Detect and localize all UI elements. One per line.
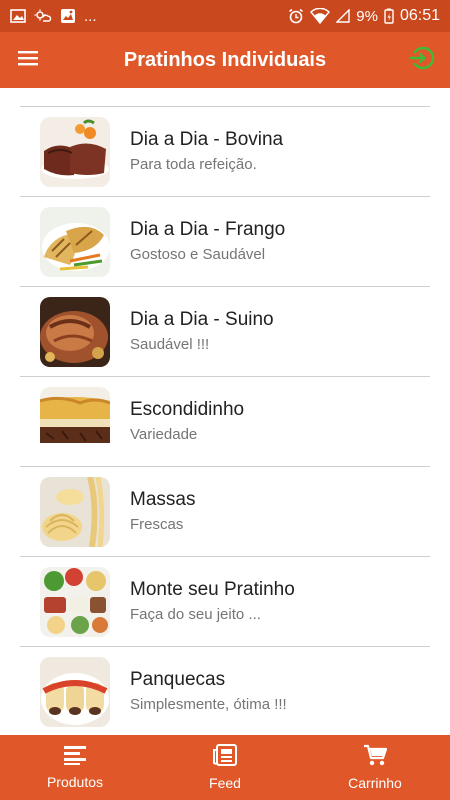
list-item-bovina[interactable]: Dia a Dia - Bovina Para toda refeição. xyxy=(20,107,430,197)
item-title: Massas xyxy=(130,488,196,510)
newspaper-icon xyxy=(213,744,237,771)
item-subtitle: Gostoso e Saudável xyxy=(130,245,266,263)
beef-dish-image xyxy=(40,116,110,187)
nav-label: Feed xyxy=(209,775,241,791)
item-subtitle: Frescas xyxy=(130,515,184,533)
list-item-monte[interactable]: Monte seu Pratinho Faça do seu jeito ... xyxy=(20,557,430,647)
product-list: Dia a Dia - Bovina Para toda refeição. D… xyxy=(20,107,430,735)
status-bar: ... 9% 06:51 xyxy=(0,0,450,32)
item-title: Dia a Dia - Suino xyxy=(130,308,274,330)
page-title: Pratinhos Individuais xyxy=(123,48,327,71)
nav-feed[interactable]: Feed xyxy=(150,735,300,800)
image-icon xyxy=(10,9,26,23)
menu-icon xyxy=(18,50,38,71)
platter-dish-image xyxy=(40,566,110,637)
weather-icon xyxy=(34,9,52,23)
wifi-icon xyxy=(310,8,331,24)
alarm-icon xyxy=(288,8,304,24)
list-item-massas[interactable]: Massas Frescas xyxy=(20,467,430,557)
item-title: Dia a Dia - Frango xyxy=(130,218,286,240)
nav-carrinho[interactable]: Carrinho xyxy=(300,735,450,800)
cart-icon xyxy=(363,744,388,771)
item-texts: Massas Frescas xyxy=(130,488,195,536)
pork-dish-image xyxy=(40,296,110,367)
list-item-suino[interactable]: Dia a Dia - Suino Saudável !!! xyxy=(20,287,430,377)
status-dots: ... xyxy=(84,7,97,25)
item-title: Escondidinho xyxy=(130,398,245,420)
item-title: Panquecas xyxy=(130,668,226,690)
list-item-escondidinho[interactable]: Escondidinho Variedade xyxy=(20,377,430,467)
item-subtitle: Faça do seu jeito ... xyxy=(130,605,261,623)
list-icon xyxy=(64,745,86,770)
item-texts: Panquecas Simplesmente, ótima !!! xyxy=(130,668,287,716)
escondidinho-dish-image xyxy=(40,386,110,457)
login-icon xyxy=(408,44,436,77)
bottom-nav: Produtos Feed Carrinho xyxy=(0,735,450,800)
signal-icon xyxy=(336,9,350,23)
status-time: 06:51 xyxy=(399,7,440,24)
gallery-icon xyxy=(60,8,76,24)
nav-label: Produtos xyxy=(46,774,104,790)
item-title: Monte seu Pratinho xyxy=(130,578,295,600)
item-texts: Monte seu Pratinho Faça do seu jeito ... xyxy=(130,578,295,626)
list-item-panquecas[interactable]: Panquecas Simplesmente, ótima !!! xyxy=(20,647,430,735)
product-list-container[interactable]: Dia a Dia - Bovina Para toda refeição. D… xyxy=(0,88,450,735)
login-button[interactable] xyxy=(394,32,450,88)
nav-produtos[interactable]: Produtos xyxy=(0,735,150,800)
menu-button[interactable] xyxy=(0,32,56,88)
item-texts: Dia a Dia - Bovina Para toda refeição. xyxy=(130,128,283,176)
battery-icon xyxy=(384,8,394,24)
status-right: 9% 06:51 xyxy=(288,7,440,25)
item-subtitle: Simplesmente, ótima !!! xyxy=(130,695,287,713)
item-subtitle: Saudável !!! xyxy=(130,335,210,353)
item-texts: Escondidinho Variedade xyxy=(130,398,244,446)
pasta-dish-image xyxy=(40,476,110,547)
item-subtitle: Variedade xyxy=(130,425,198,443)
pancake-dish-image xyxy=(40,656,110,727)
nav-label: Carrinho xyxy=(348,775,402,791)
battery-percent: 9% xyxy=(356,7,378,25)
chicken-dish-image xyxy=(40,206,110,277)
app-bar: Pratinhos Individuais xyxy=(0,32,450,88)
item-title: Dia a Dia - Bovina xyxy=(130,128,284,150)
item-subtitle: Para toda refeição. xyxy=(130,155,257,173)
list-item-frango[interactable]: Dia a Dia - Frango Gostoso e Saudável xyxy=(20,197,430,287)
item-texts: Dia a Dia - Suino Saudável !!! xyxy=(130,308,274,356)
item-texts: Dia a Dia - Frango Gostoso e Saudável xyxy=(130,218,285,266)
status-left: ... xyxy=(10,8,288,25)
